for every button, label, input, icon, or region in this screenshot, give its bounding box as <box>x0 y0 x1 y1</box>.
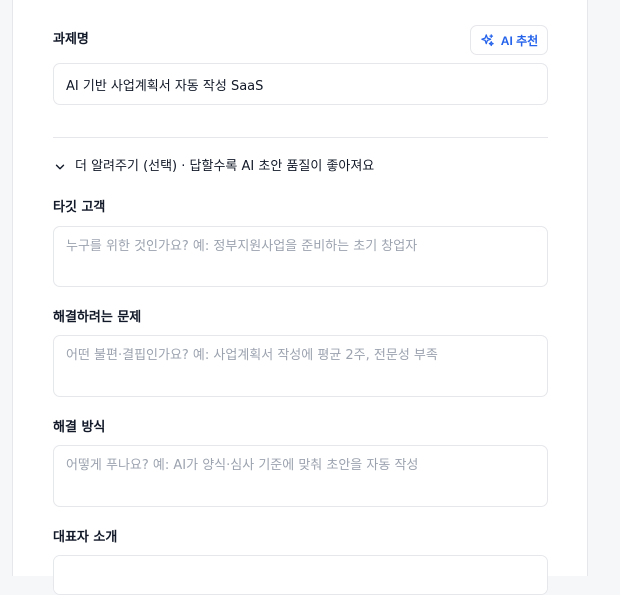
section-divider <box>53 137 548 138</box>
more-info-toggle-label: 더 알려주기 (선택) · 답할수록 AI 초안 품질이 좋아져요 <box>75 159 375 174</box>
sparkles-icon <box>480 33 495 48</box>
target-customer-label: 타깃 고객 <box>53 200 106 215</box>
ai-recommend-label: AI 추천 <box>500 33 539 48</box>
ai-recommend-button[interactable]: AI 추천 <box>470 25 548 55</box>
solution-input[interactable] <box>53 445 548 507</box>
representative-label: 대표자 소개 <box>53 530 118 545</box>
more-info-toggle[interactable]: 더 알려주기 (선택) · 답할수록 AI 초안 품질이 좋아져요 <box>53 158 374 176</box>
form-card: 과제명 AI 추천 더 알려주기 (선택) · 답할수록 AI 초안 품질이 좋… <box>12 0 588 595</box>
solution-label: 해결 방식 <box>53 420 106 435</box>
project-name-label: 과제명 <box>53 32 89 47</box>
project-name-input[interactable] <box>53 63 548 105</box>
representative-input[interactable] <box>53 555 548 595</box>
problem-input[interactable] <box>53 335 548 397</box>
target-customer-input[interactable] <box>53 226 548 287</box>
chevron-down-icon <box>53 160 67 174</box>
problem-label: 해결하려는 문제 <box>53 310 142 325</box>
